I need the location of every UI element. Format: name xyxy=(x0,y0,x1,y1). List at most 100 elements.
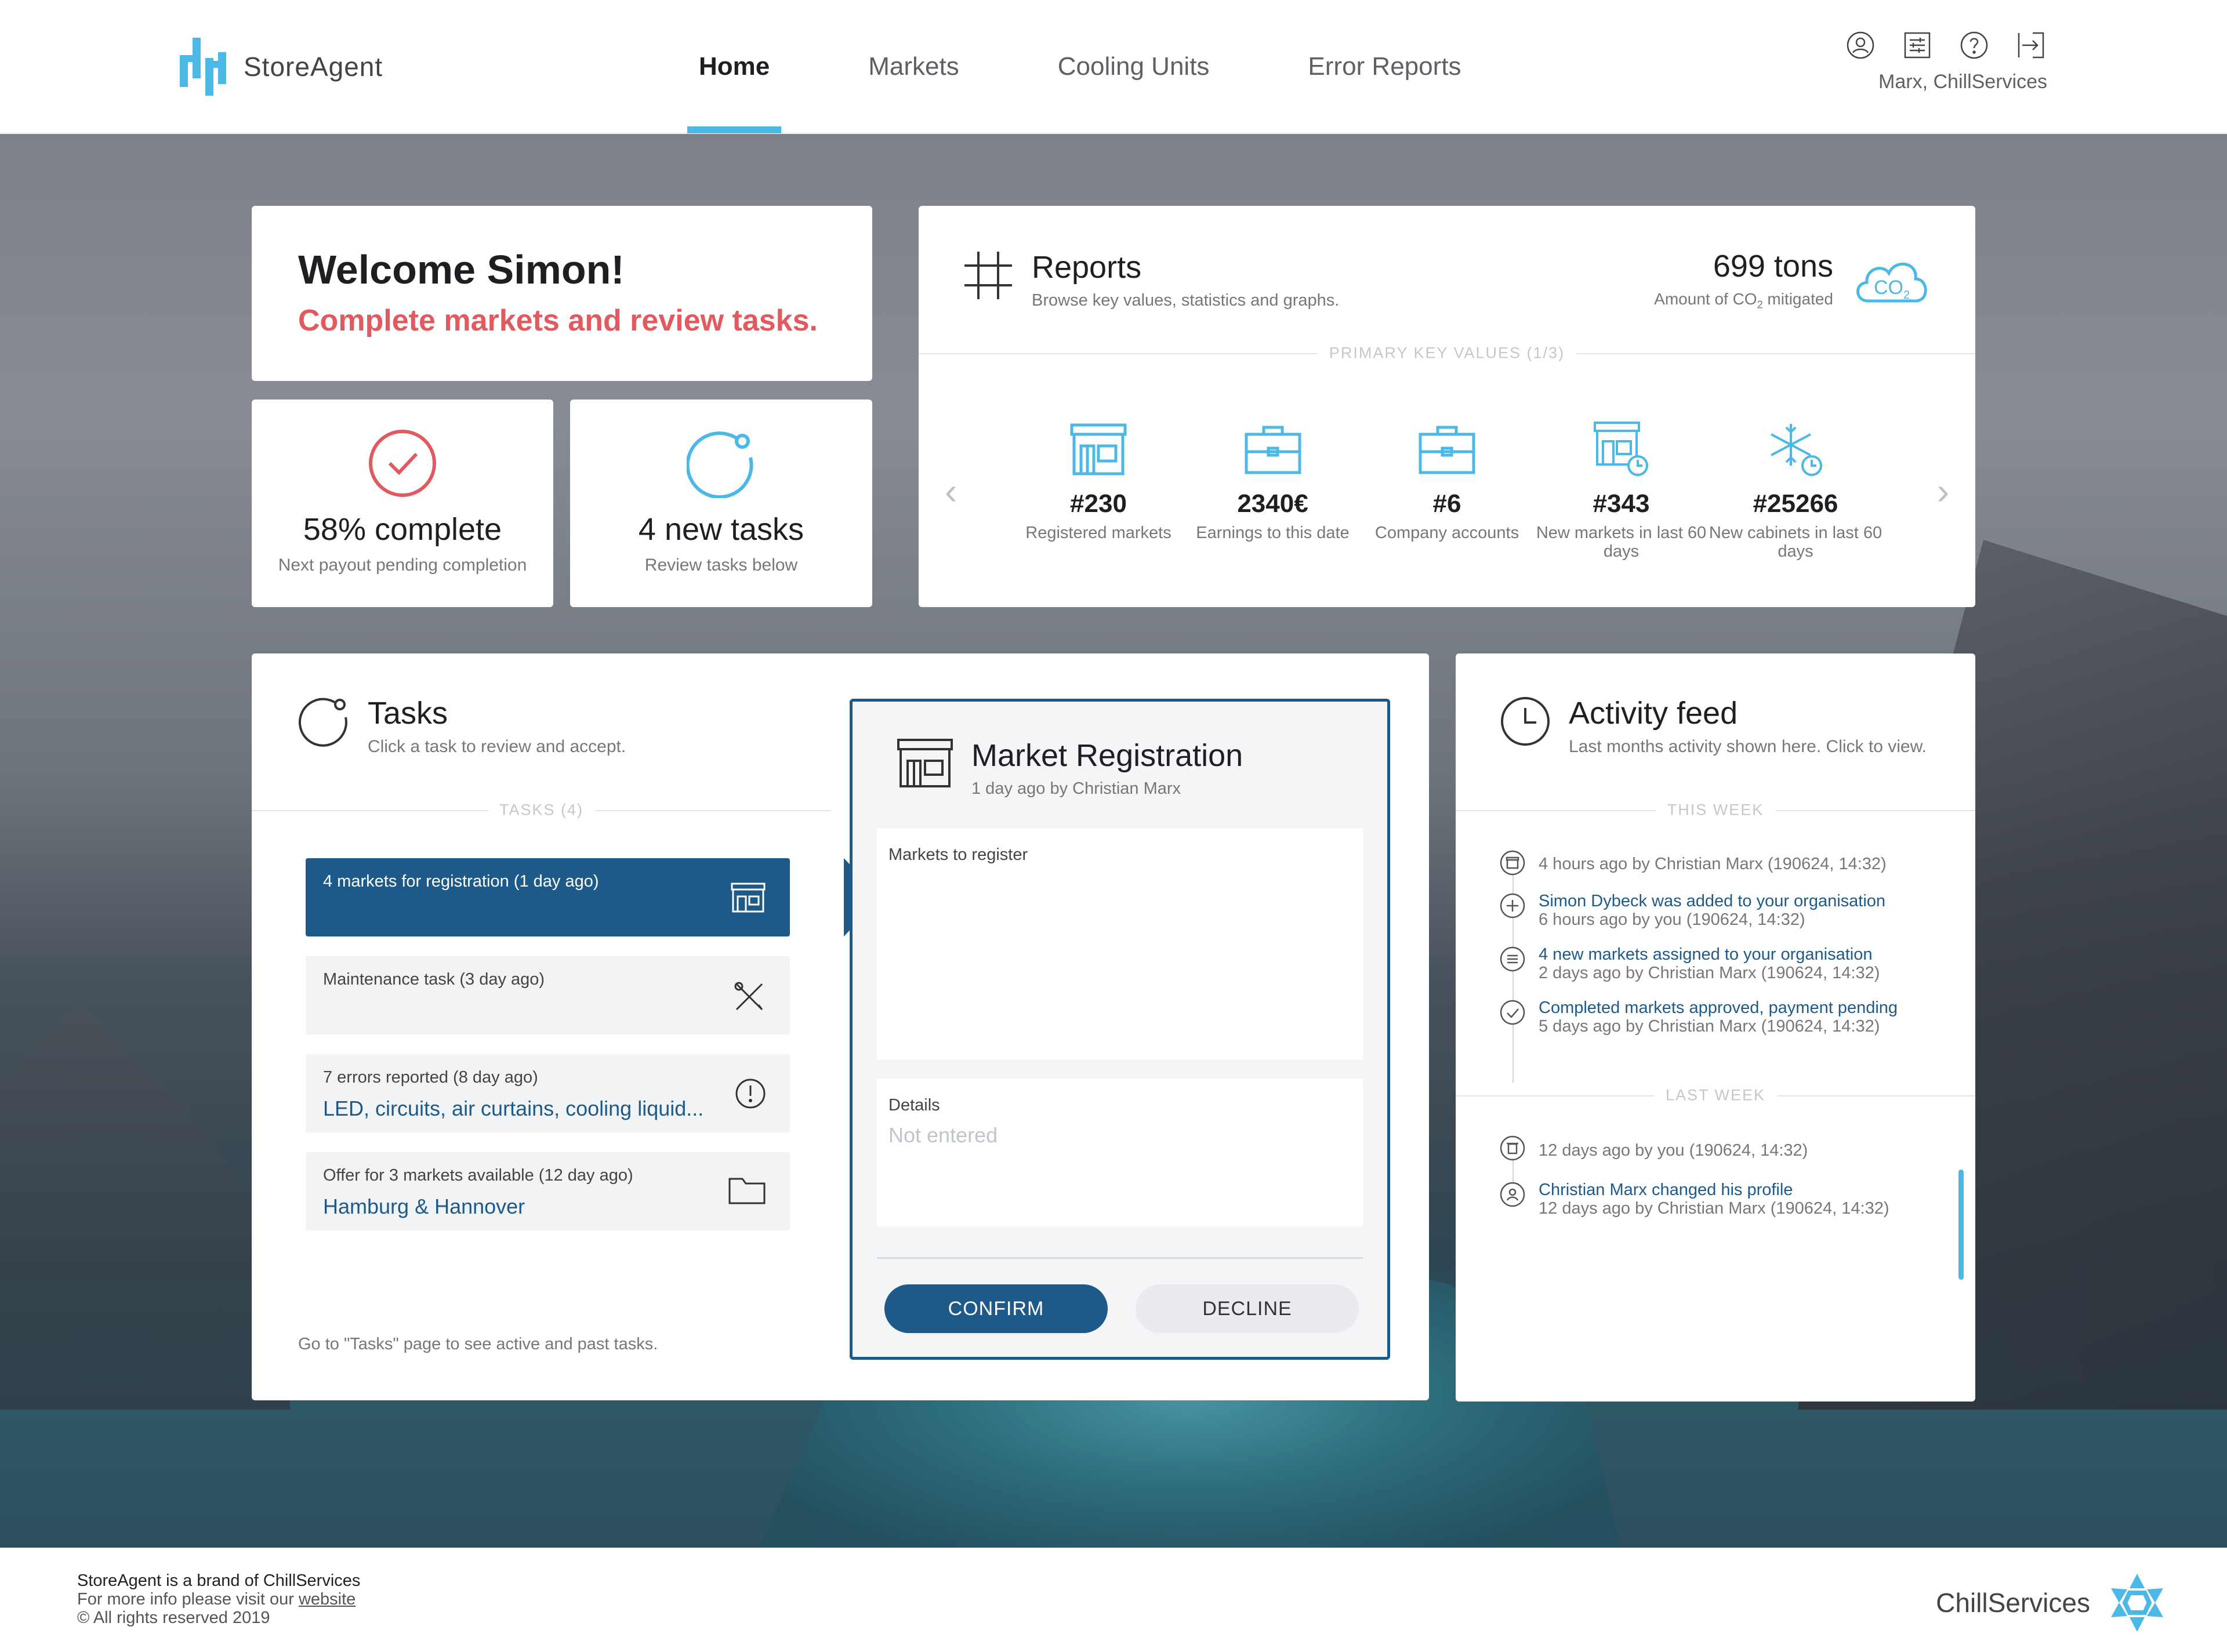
user-icon[interactable] xyxy=(1844,29,1877,61)
confirm-button[interactable]: CONFIRM xyxy=(884,1284,1108,1333)
new-tasks-label: Review tasks below xyxy=(644,555,798,575)
reports-header: Reports Browse key values, statistics an… xyxy=(962,249,1339,310)
activity-detail: 2 days ago by Christian Marx (190624, 14… xyxy=(1539,963,1880,982)
kpi-company-accounts[interactable]: #6 Company accounts xyxy=(1360,417,1534,561)
snowflake-clock-icon xyxy=(1771,424,1822,476)
co2-label: Amount of CO2 mitigated xyxy=(1654,289,1833,311)
co2-value: 699 tons xyxy=(1713,248,1833,284)
activity-header: Activity feed Last months activity shown… xyxy=(1499,695,1927,757)
kpi-value: #343 xyxy=(1593,489,1650,518)
chevron-left-icon[interactable]: ‹ xyxy=(945,470,957,513)
market-registration-header: Market Registration 1 day ago by Christi… xyxy=(896,738,1243,798)
store-clock-icon xyxy=(1593,422,1648,476)
store-icon xyxy=(897,739,953,787)
activity-item[interactable]: Christian Marx changed his profile 12 da… xyxy=(1499,1181,1889,1218)
kpi-label: Earnings to this date xyxy=(1196,524,1350,542)
task-item-market-registration[interactable]: 4 markets for registration (1 day ago) xyxy=(306,858,882,936)
activity-title: Completed markets approved, payment pend… xyxy=(1539,999,1898,1017)
website-link[interactable]: website xyxy=(299,1590,356,1609)
briefcase-icon xyxy=(1419,426,1475,474)
store-icon xyxy=(731,883,766,913)
app-logo[interactable]: StoreAgent xyxy=(180,35,383,99)
kpi-label: New markets in last 60 days xyxy=(1536,524,1707,561)
task-ring-icon xyxy=(298,698,347,747)
details-value: Not entered xyxy=(888,1123,998,1147)
activity-item[interactable]: 4 new markets assigned to your organisat… xyxy=(1499,945,1880,983)
last-week-label: LAST WEEK xyxy=(1653,1086,1778,1105)
task-label: 7 errors reported (8 day ago) xyxy=(323,1068,538,1087)
details-field[interactable]: Details Not entered xyxy=(877,1079,1363,1226)
tasks-title: Tasks xyxy=(368,696,448,731)
kpi-new-markets[interactable]: #343 New markets in last 60 days xyxy=(1535,417,1709,561)
plus-icon xyxy=(1500,893,1525,918)
nav-home[interactable]: Home xyxy=(667,0,801,133)
new-tasks-card[interactable]: 4 new tasks Review tasks below xyxy=(570,400,872,607)
chevron-right-icon[interactable]: › xyxy=(1937,470,1949,513)
nav-markets[interactable]: Markets xyxy=(836,0,991,133)
kpi-new-cabinets[interactable]: #25266 New cabinets in last 60 days xyxy=(1709,417,1883,561)
footer-info-line: For more info please visit our website xyxy=(77,1589,356,1609)
activity-detail: 12 days ago by Christian Marx (190624, 1… xyxy=(1539,1199,1889,1218)
task-item-errors[interactable]: 7 errors reported (8 day ago) LED, circu… xyxy=(306,1054,790,1132)
decline-button[interactable]: DECLINE xyxy=(1136,1284,1359,1333)
activity-detail: 5 days ago by Christian Marx (190624, 14… xyxy=(1539,1016,1880,1036)
market-registration-subtitle: 1 day ago by Christian Marx xyxy=(971,779,1181,798)
footer-brand: ChillServices xyxy=(1936,1571,2169,1635)
progress-value: 58% complete xyxy=(303,512,502,547)
market-registration-title: Market Registration xyxy=(971,738,1243,773)
kpi-earnings[interactable]: 2340€ Earnings to this date xyxy=(1186,417,1360,561)
briefcase-icon xyxy=(1245,426,1301,474)
logout-icon[interactable] xyxy=(2015,29,2047,61)
storeagent-logo-icon xyxy=(180,38,226,96)
kpi-value: #6 xyxy=(1432,489,1461,518)
footer-copyright: © All rights reserved 2019 xyxy=(77,1608,270,1627)
nav-cooling-units[interactable]: Cooling Units xyxy=(1026,0,1242,133)
reports-section-label: PRIMARY KEY VALUES (1/3) xyxy=(1317,344,1577,362)
kpi-label: Company accounts xyxy=(1374,524,1519,542)
last-week-divider: LAST WEEK xyxy=(1456,1086,1975,1105)
settings-icon[interactable] xyxy=(1901,29,1934,61)
task-value: Hamburg & Hannover xyxy=(323,1194,525,1218)
kpi-registered-markets[interactable]: #230 Registered markets xyxy=(1011,417,1185,561)
task-item-offer[interactable]: Offer for 3 markets available (12 day ag… xyxy=(306,1152,790,1230)
activity-subtitle: Last months activity shown here. Click t… xyxy=(1569,737,1927,756)
header-user-area: Marx, ChillServices xyxy=(1815,29,2047,93)
list-icon xyxy=(1500,946,1525,972)
activity-item[interactable]: 12 days ago by you (190624, 14:32) xyxy=(1499,1135,1808,1161)
co2-summary: 699 tons Amount of CO2 mitigated CO2 xyxy=(1654,248,1932,311)
task-label: Maintenance task (3 day ago) xyxy=(323,970,545,989)
trash-icon xyxy=(1500,1135,1525,1161)
alert-icon xyxy=(735,1079,766,1109)
user-icon xyxy=(1500,1182,1525,1207)
nav-error-reports[interactable]: Error Reports xyxy=(1276,0,1493,133)
kpi-value: #25266 xyxy=(1753,489,1838,518)
top-header: StoreAgent Home Markets Cooling Units Er… xyxy=(0,0,2227,133)
activity-title: Simon Dybeck was added to your organisat… xyxy=(1539,892,1886,910)
task-ring-icon xyxy=(685,431,753,499)
progress-card[interactable]: 58% complete Next payout pending complet… xyxy=(252,400,553,607)
progress-label: Next payout pending completion xyxy=(278,555,527,575)
welcome-title: Welcome Simon! xyxy=(298,247,625,292)
markets-to-register-field[interactable]: Markets to register xyxy=(877,828,1363,1060)
footer-info: StoreAgent is a brand of ChillServices F… xyxy=(77,1571,360,1628)
tasks-section-label: TASKS (4) xyxy=(487,801,596,819)
store-icon xyxy=(1500,850,1525,876)
tasks-footer-note: Go to "Tasks" page to see active and pas… xyxy=(298,1335,658,1353)
app-name: StoreAgent xyxy=(244,52,383,82)
activity-scrollbar[interactable] xyxy=(1958,1170,1964,1280)
reports-title: Reports xyxy=(1032,250,1142,285)
tasks-header: Tasks Click a task to review and accept. xyxy=(298,695,626,757)
welcome-subtitle: Complete markets and review tasks. xyxy=(298,304,818,337)
new-tasks-value: 4 new tasks xyxy=(638,512,804,547)
activity-item[interactable]: 4 hours ago by Christian Marx (190624, 1… xyxy=(1499,849,1887,876)
task-value: LED, circuits, air curtains, cooling liq… xyxy=(323,1097,704,1120)
task-label: 4 markets for registration (1 day ago) xyxy=(323,872,599,891)
reports-card: Reports Browse key values, statistics an… xyxy=(919,206,1975,607)
kpi-label: New cabinets in last 60 days xyxy=(1709,524,1883,561)
help-icon[interactable] xyxy=(1958,29,1990,61)
clock-icon xyxy=(1501,697,1550,746)
folder-icon xyxy=(728,1178,766,1204)
task-item-maintenance[interactable]: Maintenance task (3 day ago) xyxy=(306,956,790,1034)
activity-item[interactable]: Simon Dybeck was added to your organisat… xyxy=(1499,892,1885,930)
activity-item[interactable]: Completed markets approved, payment pend… xyxy=(1499,999,1898,1036)
